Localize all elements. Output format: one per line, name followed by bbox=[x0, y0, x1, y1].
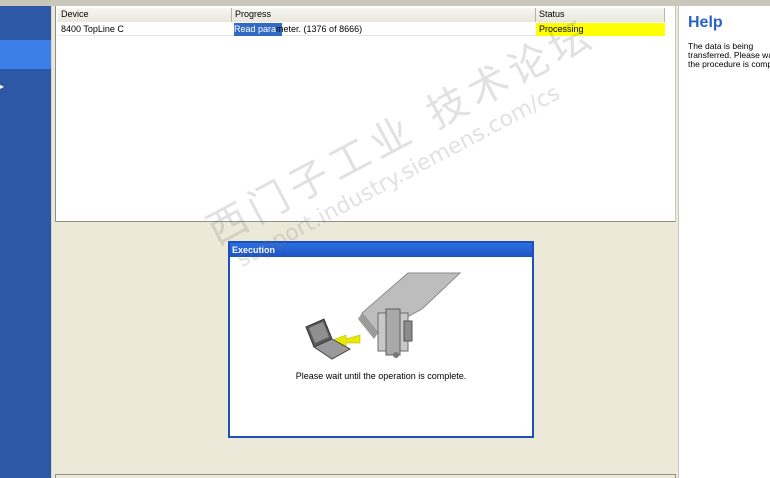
device-list-view[interactable]: Device Progress Status 8400 TopLine C Re… bbox=[55, 6, 676, 222]
execution-dialog: Execution Please wait until the operatio… bbox=[228, 241, 534, 438]
bottom-panel bbox=[55, 474, 676, 478]
help-title: Help bbox=[688, 14, 723, 31]
main-area: Device Progress Status 8400 TopLine C Re… bbox=[51, 6, 678, 478]
dialog-title: Execution bbox=[230, 243, 532, 257]
left-navigation: ▸ bbox=[0, 6, 51, 478]
device-cell: 8400 TopLine C bbox=[61, 24, 124, 34]
help-text: The data is being transferred. Please wa… bbox=[688, 41, 770, 69]
table-row[interactable]: 8400 TopLine C Read parameter. (1376 of … bbox=[58, 23, 665, 36]
status-badge: Processing bbox=[536, 23, 665, 36]
column-header-progress[interactable]: Progress bbox=[232, 8, 536, 22]
list-header: Device Progress Status bbox=[58, 8, 665, 22]
column-header-device[interactable]: Device bbox=[58, 8, 232, 22]
column-header-status[interactable]: Status bbox=[536, 8, 665, 22]
laptop-to-device-transfer-icon bbox=[305, 272, 462, 360]
progress-text-highlighted: Read para bbox=[234, 24, 277, 34]
progress-text: Read parameter. (1376 of 8666) bbox=[232, 24, 362, 34]
left-nav-selected-item[interactable]: ▸ bbox=[0, 40, 51, 91]
dialog-message: Please wait until the operation is compl… bbox=[295, 371, 467, 381]
progress-cell: Read parameter. (1376 of 8666) bbox=[232, 23, 536, 36]
progress-text-rest: meter. (1376 of 8666) bbox=[276, 24, 363, 34]
help-panel: Help The data is being transferred. Plea… bbox=[678, 6, 770, 478]
nav-arrow-icon: ▸ bbox=[0, 82, 5, 91]
